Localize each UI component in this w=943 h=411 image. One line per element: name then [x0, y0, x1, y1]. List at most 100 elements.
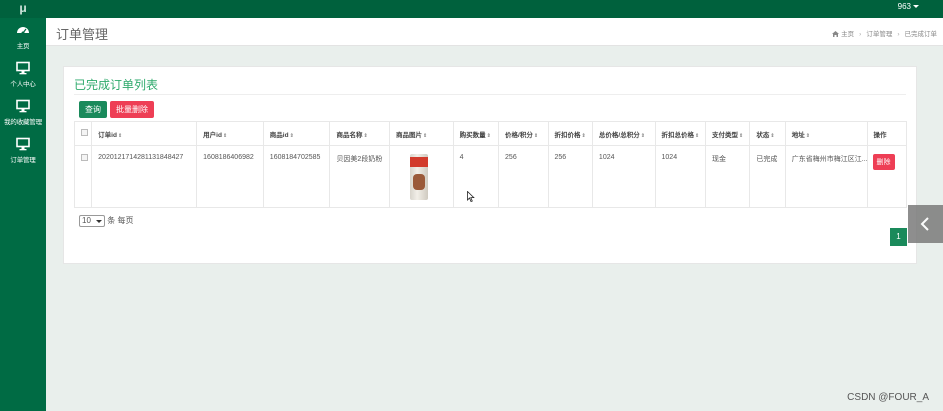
dashboard-icon [17, 27, 29, 35]
column-header[interactable]: 折扣价格⇕ [547, 121, 593, 146]
divider [74, 94, 906, 95]
column-label: 总价格/总积分 [598, 131, 640, 139]
select-all-checkbox[interactable] [81, 129, 88, 136]
sort-icon: ⇕ [117, 132, 123, 139]
column-header[interactable]: 总价格/总积分⇕ [591, 121, 656, 146]
page-title: 订单管理 [56, 27, 109, 42]
sidebar-item-label: 订单管理 [10, 157, 36, 164]
column-header[interactable]: 商品名称⇕ [329, 121, 390, 146]
column-label: 状态 [756, 131, 770, 139]
page-header: 订单管理 主页 › 订单管理 › 已完成订单 [46, 18, 943, 46]
collapse-panel-button[interactable] [908, 205, 943, 243]
column-header[interactable]: 商品id⇕ [262, 121, 331, 146]
monitor-icon [16, 137, 30, 151]
column-header[interactable]: 商品图片⇕ [389, 121, 454, 146]
product-image [395, 152, 443, 202]
page-size-suffix: 条 每页 [107, 216, 134, 226]
chevron-left-icon [920, 217, 929, 231]
column-header[interactable]: 订单id⇕ [91, 121, 198, 146]
cell-product-id: 1608184702585 [262, 145, 331, 208]
cell-pay-type: 现金 [704, 145, 751, 208]
cell-product-image [389, 145, 454, 208]
cell-address: 广东省梅州市梅江区江... [784, 145, 868, 208]
sort-icon: ⇕ [739, 132, 744, 139]
username: 963 [897, 2, 911, 11]
column-header[interactable]: 地址⇕ [784, 121, 868, 146]
column-label: 商品名称 [336, 131, 363, 139]
row-select-cell [73, 145, 93, 208]
table-header-row: 订单id⇕ 用户id⇕ 商品id⇕ 商品名称⇕ 商品图片⇕ 购买数量⇕ 价格/积… [73, 121, 908, 146]
cell-user-id: 1608186406982 [196, 145, 264, 208]
cell-actions: 删除 [866, 145, 908, 208]
page-size-control: 10 条 每页 [79, 215, 133, 227]
sidebar-item-favorites[interactable]: 我的收藏管理 [0, 94, 46, 132]
monitor-icon [16, 61, 30, 75]
sort-icon: ⇕ [423, 132, 428, 139]
cell-status: 已完成 [749, 145, 786, 208]
sort-icon: ⇕ [533, 132, 539, 139]
column-label: 商品图片 [396, 131, 422, 139]
column-label: 商品id [269, 131, 289, 139]
sidebar-item-profile[interactable]: 个人中心 [0, 56, 46, 94]
cell-total: 1024 [591, 145, 656, 208]
sort-icon: ⇕ [695, 132, 700, 139]
batch-delete-button[interactable]: 批量删除 [110, 101, 154, 118]
page-size-value: 10 [82, 216, 91, 225]
column-label: 购买数量 [459, 131, 486, 139]
orders-table: 订单id⇕ 用户id⇕ 商品id⇕ 商品名称⇕ 商品图片⇕ 购买数量⇕ 价格/积… [73, 121, 908, 208]
sort-icon: ⇕ [770, 132, 775, 139]
user-menu[interactable]: 963 [898, 2, 919, 11]
page-button-current[interactable]: 1 [890, 228, 907, 246]
table-row: 2020121714281131848427 1608186406982 160… [73, 145, 908, 208]
column-header[interactable]: 支付类型⇕ [704, 121, 751, 146]
breadcrumb-orders[interactable]: 订单管理 [866, 31, 892, 38]
sort-icon: ⇕ [222, 132, 228, 139]
column-label: 用户id [203, 131, 222, 139]
cell-product-name: 贝因美2段奶粉 [329, 145, 390, 208]
watermark: CSDN @FOUR_A [847, 392, 929, 403]
app-logo: μ [0, 0, 46, 18]
column-header[interactable]: 用户id⇕ [196, 121, 264, 146]
cell-order-id: 2020121714281131848427 [91, 145, 198, 208]
column-label: 折扣价格 [554, 131, 581, 139]
sidebar-item-label: 我的收藏管理 [4, 119, 42, 126]
sort-icon: ⇕ [486, 132, 491, 139]
column-label: 订单id [98, 131, 117, 139]
sidebar: μ 主页 个人中心 我的收藏管理 订单管理 [0, 0, 46, 411]
column-header[interactable]: 价格/积分⇕ [498, 121, 549, 146]
sort-icon: ⇕ [581, 132, 586, 139]
breadcrumb: 主页 › 订单管理 › 已完成订单 [832, 28, 937, 38]
column-label: 地址 [791, 131, 805, 139]
breadcrumb-separator: › [897, 31, 900, 38]
column-header[interactable]: 状态⇕ [749, 121, 786, 146]
cell-discount-price: 256 [547, 145, 593, 208]
column-header[interactable]: 折扣总价格⇕ [654, 121, 707, 146]
panel-title: 已完成订单列表 [74, 78, 159, 92]
breadcrumb-separator: › [859, 31, 862, 38]
sort-icon: ⇕ [363, 132, 368, 139]
column-label: 支付类型 [712, 131, 738, 139]
column-header: 操作 [866, 121, 908, 146]
home-icon [832, 31, 840, 37]
sort-icon: ⇕ [289, 132, 294, 139]
cell-price: 256 [498, 145, 549, 208]
page-size-select[interactable]: 10 [79, 215, 105, 227]
column-label: 操作 [873, 131, 887, 139]
column-label: 折扣总价格 [661, 131, 695, 139]
query-button[interactable]: 查询 [79, 101, 107, 118]
sidebar-item-orders[interactable]: 订单管理 [0, 132, 46, 170]
dropdown-arrow-icon [96, 220, 102, 223]
mouse-cursor-icon [467, 191, 475, 202]
sort-icon: ⇕ [640, 132, 645, 139]
caret-down-icon [913, 5, 919, 9]
breadcrumb-home[interactable]: 主页 [841, 31, 854, 38]
select-all-cell [73, 121, 93, 146]
breadcrumb-current: 已完成订单 [904, 31, 938, 38]
column-label: 价格/积分 [505, 131, 533, 139]
row-checkbox[interactable] [81, 154, 88, 161]
monitor-icon [16, 99, 30, 113]
delete-button[interactable]: 删除 [872, 154, 895, 170]
cell-quantity: 4 [452, 145, 500, 208]
sidebar-item-home[interactable]: 主页 [0, 18, 46, 56]
column-header[interactable]: 购买数量⇕ [452, 121, 500, 146]
